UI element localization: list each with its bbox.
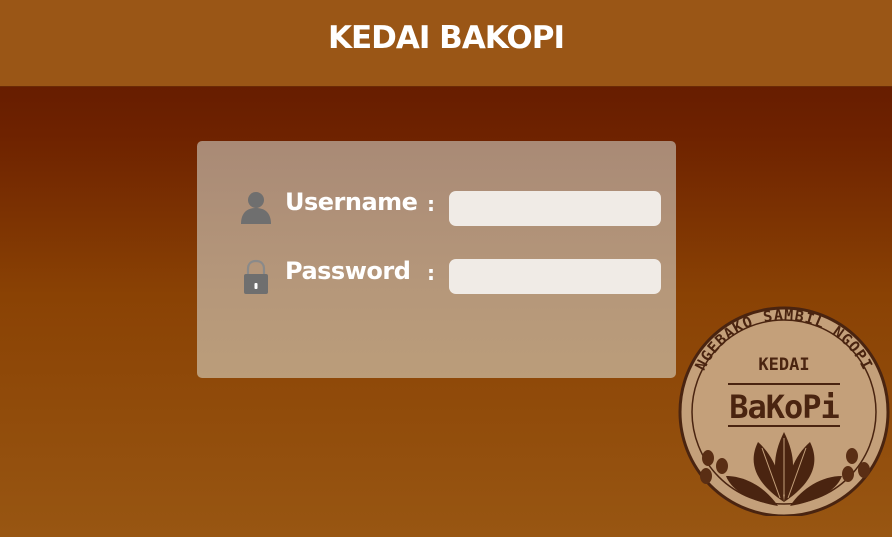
- password-separator: :: [427, 261, 435, 285]
- logo-top-text: KEDAI: [758, 355, 809, 375]
- padlock-icon: [244, 259, 268, 294]
- username-separator: :: [427, 192, 435, 216]
- password-label: Password: [285, 257, 411, 285]
- username-row: Username :: [197, 186, 676, 226]
- kedai-bakopi-logo: NGEBAKO SAMBIL NGOPI KEDAI BaKoPi: [678, 306, 890, 516]
- login-form: Username : Password :: [197, 141, 676, 378]
- page-title: KEDAI BAKOPI: [327, 20, 565, 56]
- logo-brand-text: BaKoPi: [729, 388, 839, 426]
- password-row: Password :: [197, 255, 676, 295]
- user-icon: [241, 192, 271, 224]
- username-label: Username: [285, 188, 418, 216]
- password-input[interactable]: [449, 259, 661, 294]
- username-input[interactable]: [449, 191, 661, 226]
- app-header: KEDAI BAKOPI: [0, 0, 892, 87]
